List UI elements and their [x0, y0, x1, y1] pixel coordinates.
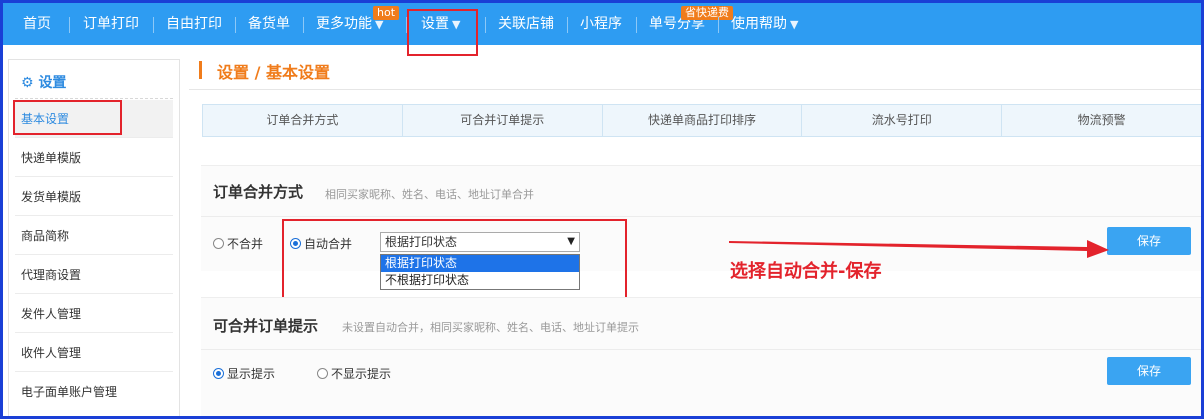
sidebar-item-product-alias[interactable]: 商品简称 [15, 217, 173, 255]
nav-divider [235, 17, 236, 33]
nav-free-print[interactable]: 自由打印 [166, 3, 222, 45]
hot-badge: hot [373, 6, 400, 20]
nav-linked-shops[interactable]: 关联店铺 [498, 3, 554, 45]
settings-tabs: 订单合并方式 可合并订单提示 快递单商品打印排序 流水号打印 物流预警 [202, 104, 1201, 137]
auto-merge-highlight-box [282, 219, 627, 301]
chevron-down-icon: ▼ [790, 18, 799, 31]
tab-product-print-sort[interactable]: 快递单商品打印排序 [603, 105, 803, 136]
section-divider [201, 349, 1201, 350]
nav-divider [303, 17, 304, 33]
app-frame: 首页 订单打印 自由打印 备货单 更多功能 ▼ hot 设置 ▼ 关联店铺 小程序 … [0, 0, 1204, 419]
radio-no-merge[interactable]: 不合并 [213, 235, 263, 252]
settings-highlight-box [407, 9, 478, 56]
breadcrumb: 设置 / 基本设置 [217, 63, 330, 82]
radio-show-hint[interactable]: 显示提示 [213, 365, 275, 382]
save-button[interactable]: 保存 [1107, 357, 1191, 385]
basic-settings-highlight-box [13, 100, 122, 135]
radio-hide-hint-label: 不显示提示 [331, 367, 392, 381]
top-nav: 首页 订单打印 自由打印 备货单 更多功能 ▼ hot 设置 ▼ 关联店铺 小程序 … [3, 3, 1201, 45]
radio-circle [213, 238, 224, 249]
mergeable-hint-section: 可合并订单提示 未设置自动合并，相同买家昵称、姓名、电话、地址订单提示 [201, 297, 1201, 416]
order-merge-desc: 相同买家昵称、姓名、电话、地址订单合并 [325, 188, 534, 201]
radio-hide-hint[interactable]: 不显示提示 [317, 365, 391, 382]
nav-divider [485, 17, 486, 33]
sidebar-title-label: 设置 [38, 75, 67, 91]
nav-order-print[interactable]: 订单打印 [83, 3, 139, 45]
mergeable-hint-title: 可合并订单提示 [213, 317, 319, 335]
nav-help-label: 使用帮助 [731, 16, 787, 32]
radio-circle [317, 368, 328, 379]
sidebar-item-agent-settings[interactable]: 代理商设置 [15, 256, 173, 294]
sidebar-item-sender-management[interactable]: 发件人管理 [15, 295, 173, 333]
radio-circle-selected [213, 368, 224, 379]
save-button[interactable]: 保存 [1107, 227, 1191, 255]
nav-more-features-label: 更多功能 [316, 16, 372, 32]
header-accent-bar [199, 61, 202, 79]
gear-icon: ⚙ [21, 75, 34, 91]
radio-no-merge-label: 不合并 [227, 237, 264, 251]
nav-home[interactable]: 首页 [23, 3, 51, 45]
nav-divider [153, 17, 154, 33]
tab-serial-print[interactable]: 流水号打印 [802, 105, 1003, 136]
tab-logistics-alert[interactable]: 物流预警 [1002, 105, 1201, 136]
nav-divider [718, 17, 719, 33]
sidebar-item-recipient-management[interactable]: 收件人管理 [15, 334, 173, 372]
radio-show-hint-label: 显示提示 [227, 367, 276, 381]
sidebar-divider [15, 98, 173, 99]
tab-mergeable-hint[interactable]: 可合并订单提示 [403, 105, 603, 136]
nav-stock-list[interactable]: 备货单 [248, 3, 290, 45]
nav-divider [567, 17, 568, 33]
sidebar-item-express-template[interactable]: 快递单模版 [15, 139, 173, 177]
tab-order-merge[interactable]: 订单合并方式 [203, 105, 403, 136]
page-header: 设置 / 基本设置 [189, 55, 1201, 90]
nav-divider [69, 17, 70, 33]
save-fee-badge: 省快递费 [681, 6, 733, 20]
section-divider [201, 216, 1201, 217]
nav-help[interactable]: 使用帮助 ▼ [731, 3, 798, 45]
mergeable-hint-desc: 未设置自动合并，相同买家昵称、姓名、电话、地址订单提示 [342, 321, 639, 334]
sidebar-item-delivery-template[interactable]: 发货单模版 [15, 178, 173, 216]
sidebar-title: ⚙ 设置 [21, 72, 66, 92]
order-merge-title: 订单合并方式 [213, 183, 304, 201]
nav-mini-program[interactable]: 小程序 [580, 3, 622, 45]
sidebar-item-e-waybill-accounts[interactable]: 电子面单账户管理 [15, 373, 173, 411]
nav-divider [636, 17, 637, 33]
annotation-text: 选择自动合并-保存 [730, 261, 882, 282]
